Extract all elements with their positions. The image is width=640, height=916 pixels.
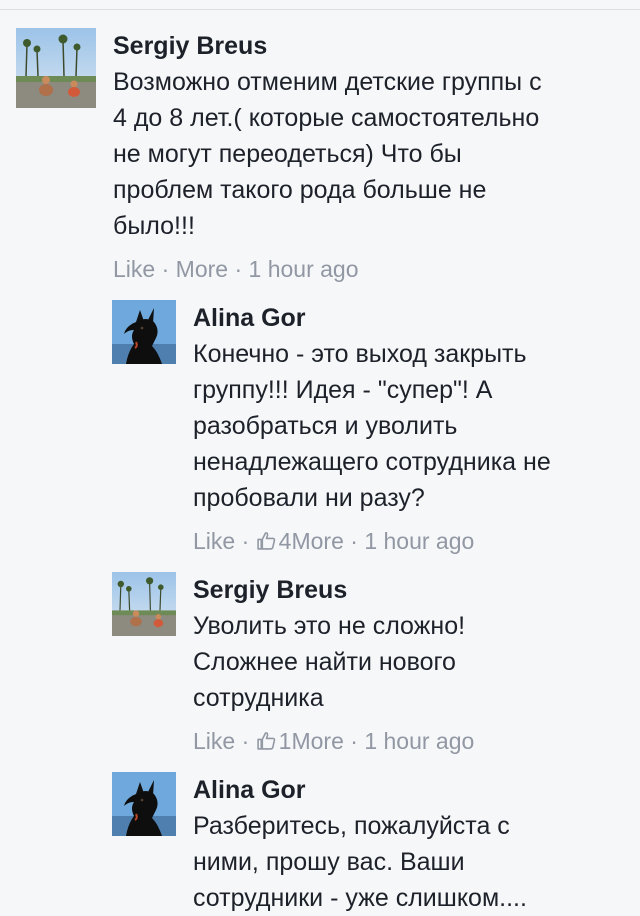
comment-timestamp[interactable]: 1 hour ago <box>364 728 474 754</box>
comment-author[interactable]: Alina Gor <box>193 300 623 336</box>
comment-author[interactable]: Alina Gor <box>193 772 623 808</box>
black-dog-avatar[interactable] <box>112 772 176 836</box>
comment-actions: Like · 4More · 1 hour ago <box>193 526 623 556</box>
top-divider <box>0 9 640 10</box>
comment-author[interactable]: Sergiy Breus <box>113 28 633 64</box>
separator: · <box>241 528 250 554</box>
separator: · <box>161 256 170 282</box>
beach-photo-avatar[interactable] <box>16 28 96 108</box>
comment-text: Уволить это не сложно! Сложнее найти нов… <box>193 612 466 712</box>
beach-photo-avatar[interactable] <box>112 572 176 636</box>
comment-text: Возможно отменим детские группы с 4 до 8… <box>113 68 542 240</box>
comment-actions: Like · 1More · 1 hour ago <box>193 726 623 756</box>
reaction-number: 1 <box>278 728 292 754</box>
reaction-count[interactable]: 4 <box>256 528 292 554</box>
comment-timestamp[interactable]: 1 hour ago <box>364 528 474 554</box>
comment-timestamp[interactable]: 1 hour ago <box>249 256 359 282</box>
separator: · <box>234 256 243 282</box>
comment-text: Разберитесь, пожалуйста с ними, прошу ва… <box>193 812 527 912</box>
comment-text: Конечно - это выход закрыть группу!!! Ид… <box>193 340 551 512</box>
comment-actions: Like · More · 1 hour ago <box>113 254 633 284</box>
thumbs-up-icon <box>256 532 275 550</box>
thumbs-up-icon <box>256 732 275 750</box>
reaction-number: 4 <box>278 528 292 554</box>
like-link[interactable]: Like <box>193 728 235 754</box>
more-link[interactable]: More <box>291 728 343 754</box>
more-link[interactable]: More <box>291 528 343 554</box>
separator: · <box>350 728 358 754</box>
comment-author[interactable]: Sergiy Breus <box>193 572 623 608</box>
more-link[interactable]: More <box>176 256 228 282</box>
like-link[interactable]: Like <box>113 256 155 282</box>
separator: · <box>241 728 250 754</box>
separator: · <box>350 528 358 554</box>
reaction-count[interactable]: 1 <box>256 728 292 754</box>
like-link[interactable]: Like <box>193 528 235 554</box>
black-dog-avatar[interactable] <box>112 300 176 364</box>
